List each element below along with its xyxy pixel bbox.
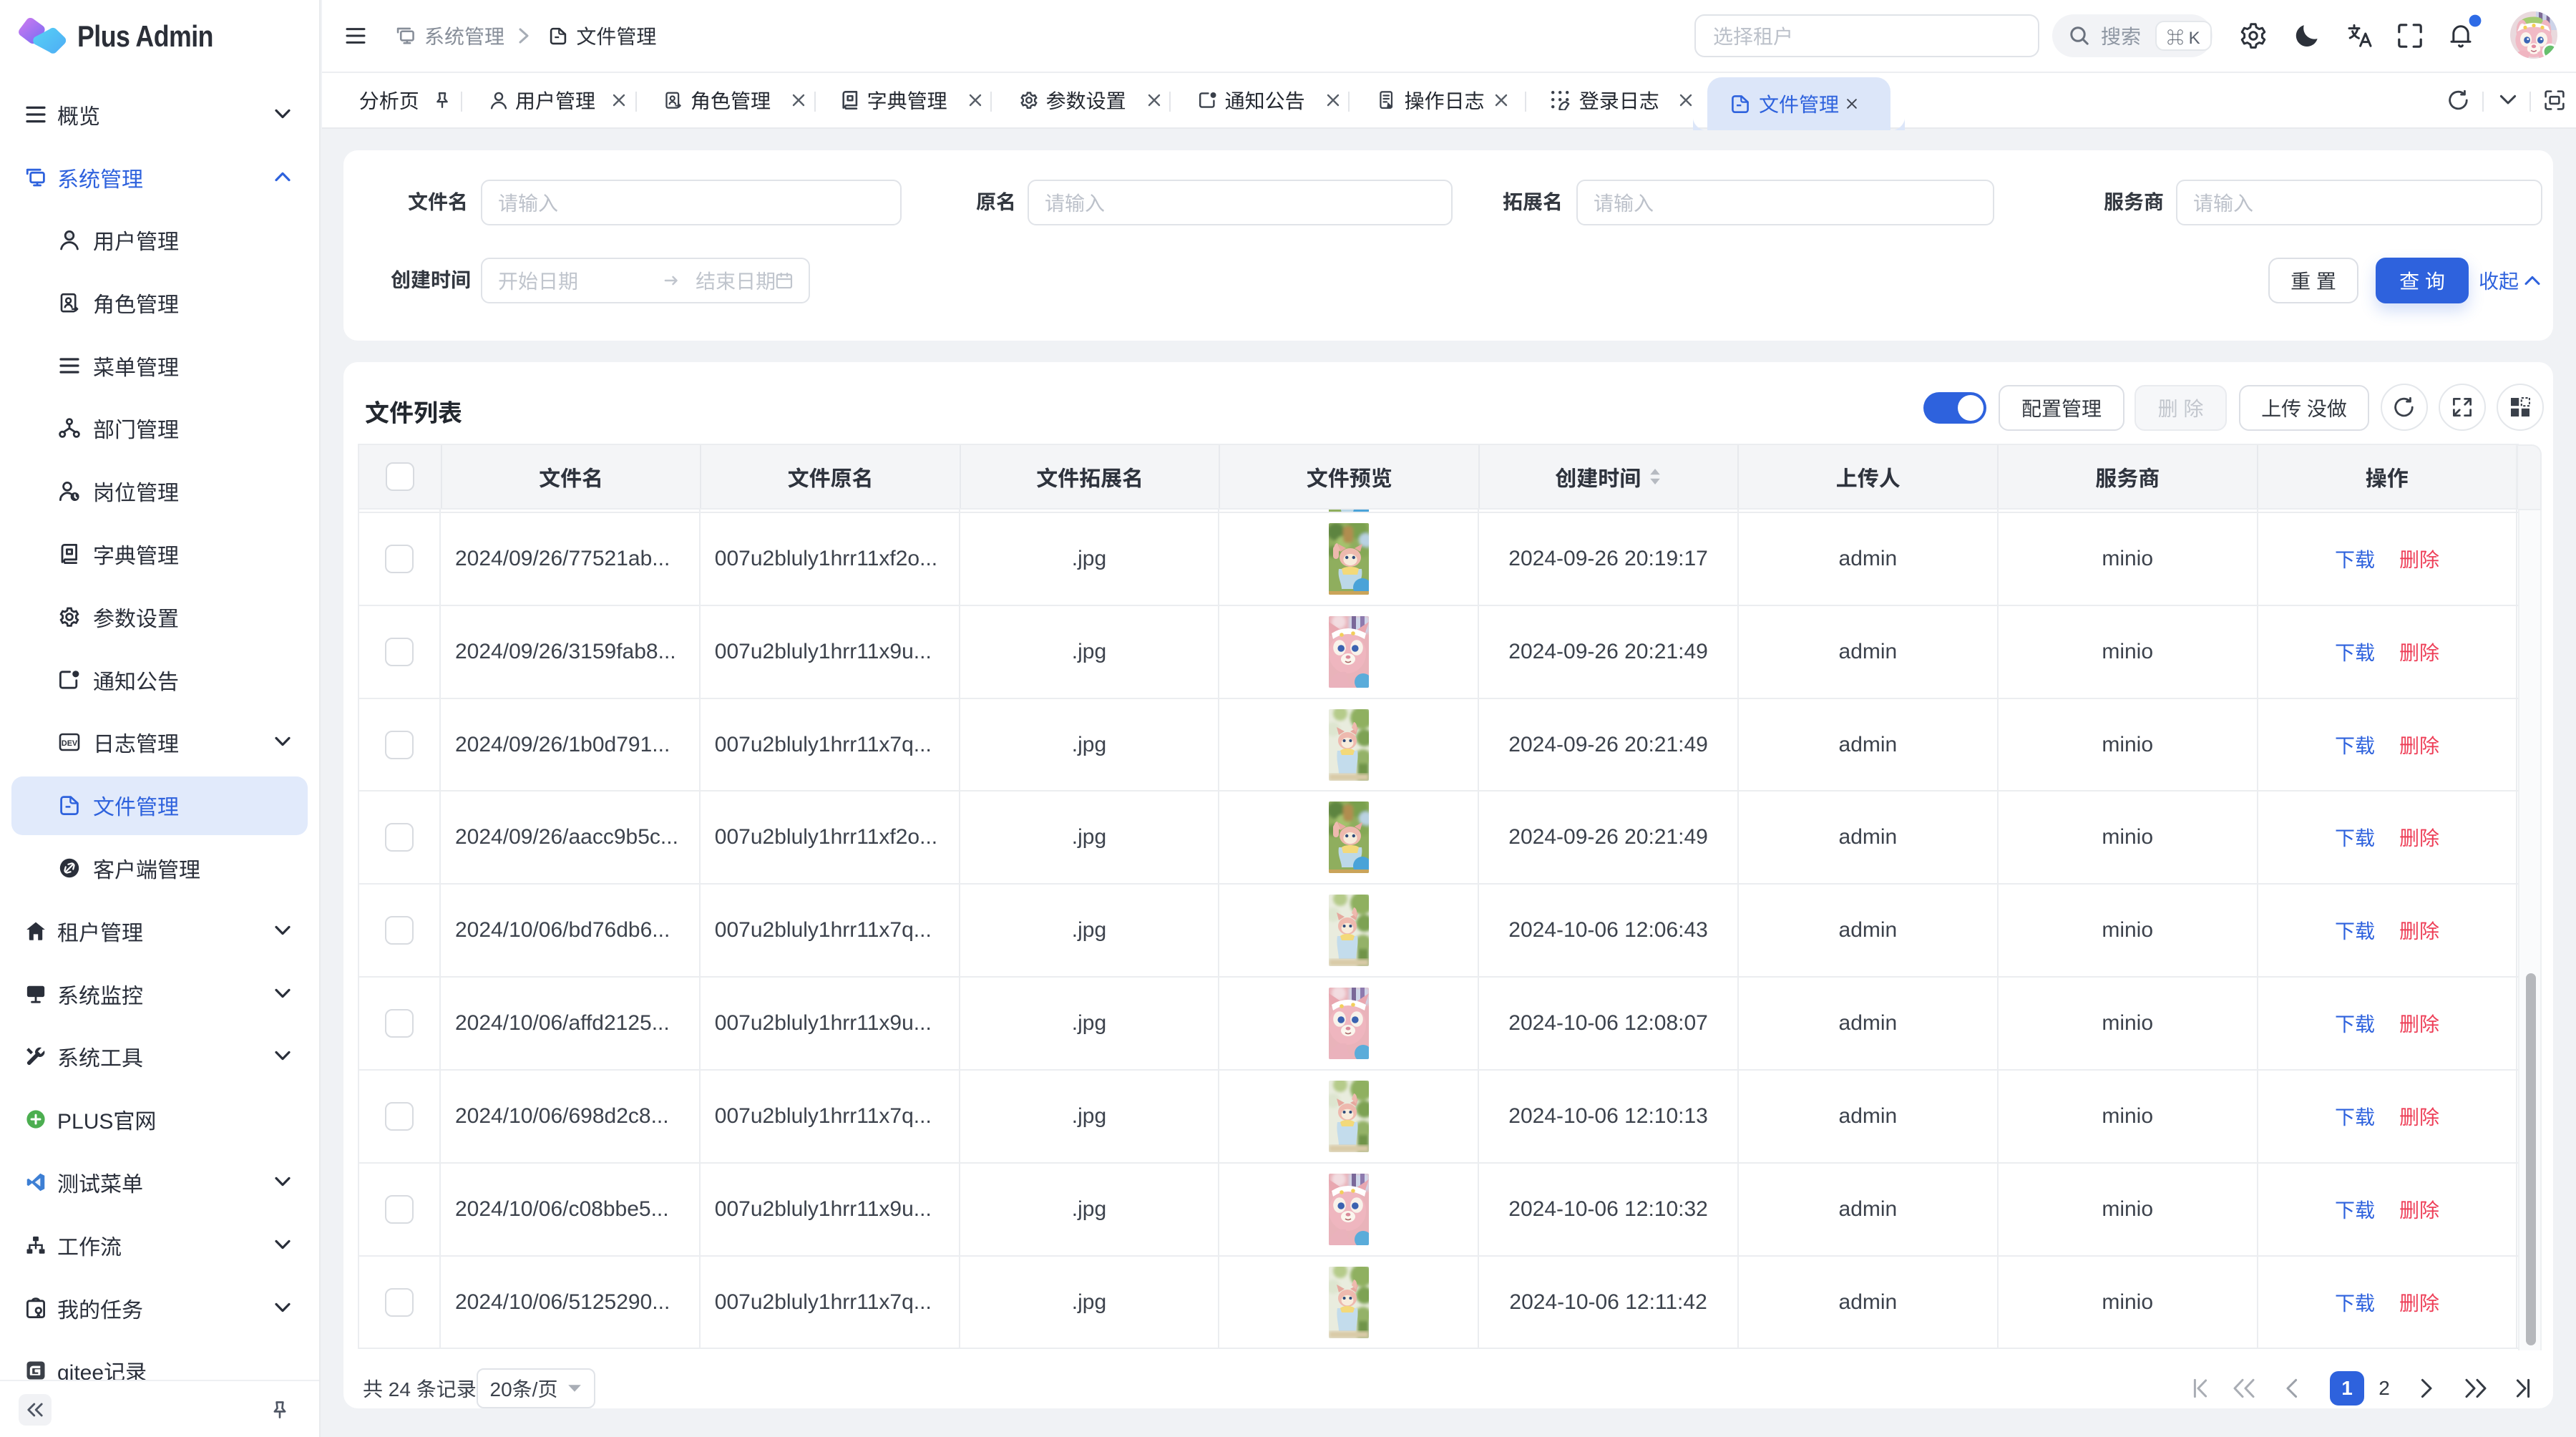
svg-text:DEV: DEV	[62, 739, 78, 748]
